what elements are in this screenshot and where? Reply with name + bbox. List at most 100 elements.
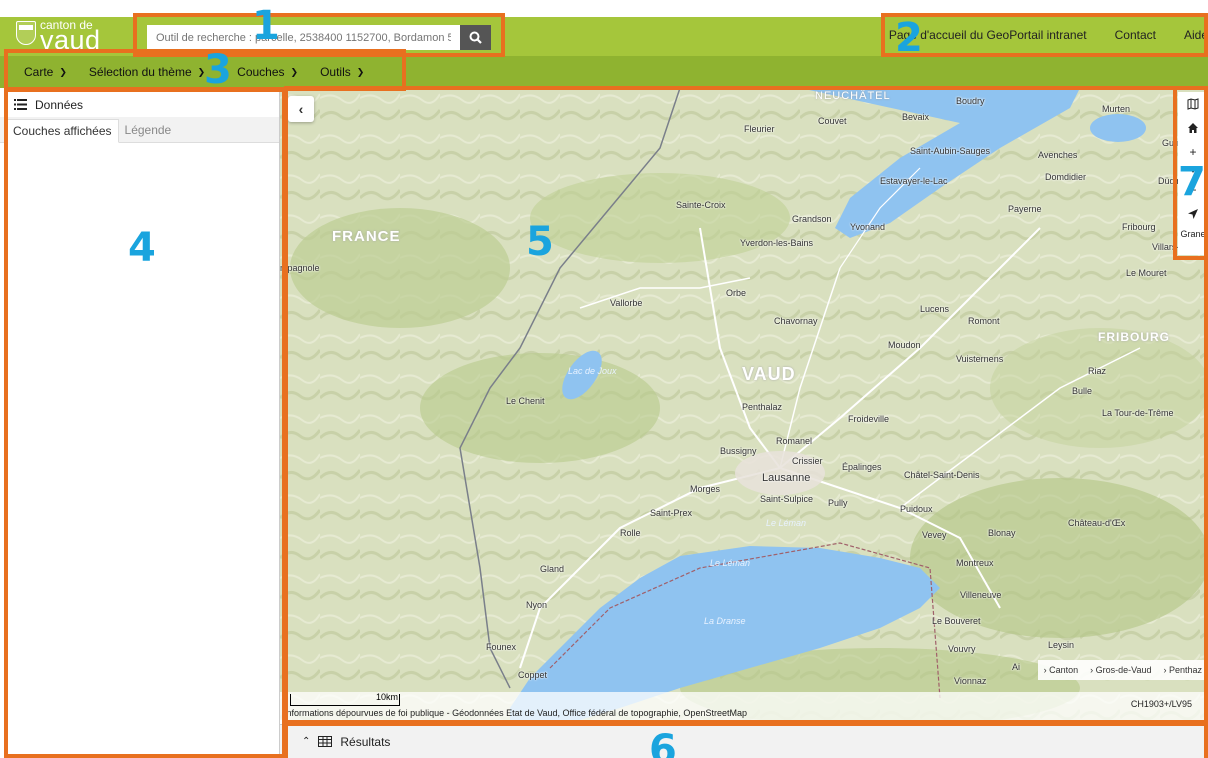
map-label-lac-de-joux: Lac de Joux (568, 366, 617, 376)
map-label-gland: Gland (540, 564, 565, 574)
logo-big-text: vaud (40, 25, 101, 55)
map-label-le-mouret: Le Mouret (1126, 268, 1167, 278)
zoom-level-indicator: • (1178, 164, 1208, 178)
map-label-bussigny: Bussigny (720, 446, 757, 456)
map-label-fribourg-region: FRIBOURG (1098, 330, 1170, 344)
map-label-vouvry: Vouvry (948, 644, 976, 654)
collapse-panel-button[interactable]: ‹ (288, 96, 314, 122)
menu-outils[interactable]: Outils ❯ (320, 65, 364, 79)
map-icon (1187, 98, 1199, 110)
results-label: Résultats (340, 734, 391, 749)
map-label-leysin: Leysin (1048, 640, 1075, 650)
breadcrumb-item[interactable]: › Gros-de-Vaud (1090, 665, 1151, 675)
map-label-bevaix: Bevaix (902, 112, 930, 122)
map-label-blonay: Blonay (988, 528, 1016, 538)
map-label-boudry: Boudry (956, 96, 985, 106)
map-label-neuchatel: NEUCHÂTEL (815, 90, 891, 102)
chevron-down-icon: ❯ (356, 66, 365, 77)
results-panel[interactable]: ⌃ Résultats (280, 724, 1208, 758)
zoom-out-button[interactable]: − (1178, 178, 1208, 202)
breadcrumb-canton: Canton (1049, 665, 1079, 675)
menu-carte-label: Carte (24, 65, 54, 79)
map-label-vaud: VAUD (742, 364, 796, 384)
map-label-fleurier: Fleurier (744, 124, 775, 134)
data-panel-tabs: Couches affichées Légende (0, 117, 279, 143)
canton-vaud-logo[interactable]: canton de vaud (16, 19, 126, 54)
map-label-puidoux: Puidoux (900, 504, 933, 514)
map-label-crissier: Crissier (792, 456, 823, 466)
menu-selection-theme-label: Sélection du thème (88, 65, 192, 79)
map-label-penthalaz: Penthalaz (742, 402, 783, 412)
crs-selector[interactable]: CH1903+/LV95 (1131, 699, 1192, 709)
map-label-saint-sulpice: Saint-Sulpice (760, 494, 814, 504)
map-label-france: FRANCE (332, 228, 401, 245)
map-label-aigle: Ai (1012, 662, 1021, 672)
menu-selection-theme[interactable]: Sélection du thème ❯ (89, 65, 205, 79)
home-icon (1188, 123, 1198, 133)
tab-couches-affichees[interactable]: Couches affichées (6, 119, 119, 143)
map-label-chatel: Châtel-Saint-Denis (904, 470, 980, 480)
breadcrumb-item[interactable]: › Penthaz (1163, 665, 1202, 675)
menu-carte[interactable]: Carte ❯ (24, 65, 67, 79)
map-label-grandson: Grandson (792, 214, 832, 224)
search-button[interactable] (460, 25, 491, 50)
map-label-vuisternens: Vuisternens (956, 354, 1004, 364)
map-label-le-chenit: Le Chenit (506, 396, 545, 406)
map-label-lucens: Lucens (920, 304, 950, 314)
map-view[interactable]: NEUCHÂTEL Boudry Bevaix Couvet Fleurier … (280, 88, 1208, 720)
map-label-le-bouveret: Le Bouveret (932, 616, 981, 626)
link-help[interactable]: Aide (1184, 28, 1208, 42)
map-label-la-dranse: La Dranse (704, 616, 746, 626)
menu-outils-label: Outils (320, 65, 351, 79)
chevron-left-icon: ‹ (298, 101, 304, 117)
breadcrumb-commune: Penthaz (1168, 665, 1202, 675)
chevron-up-icon: ⌃ (302, 736, 311, 747)
map-label-saint-aubin: Saint-Aubin-Sauges (910, 146, 991, 156)
map-label-yverdon: Yverdon-les-Bains (740, 238, 814, 248)
map-label-riaz: Riaz (1088, 366, 1107, 376)
map-label-lausanne: Lausanne (762, 472, 811, 484)
map-label-coppet: Coppet (518, 670, 548, 680)
map-label-moudon: Moudon (888, 340, 921, 350)
geolocate-button[interactable] (1178, 202, 1208, 226)
map-label-vevey: Vevey (922, 530, 947, 540)
map-label-chavornay: Chavornay (774, 316, 818, 326)
map-label-estavayer: Estavayer-le-Lac (880, 176, 948, 186)
map-label-payerne: Payerne (1008, 204, 1042, 214)
list-icon (14, 99, 27, 110)
map-label-la-tour: La Tour-de-Trême (1102, 408, 1174, 418)
map-label-orbe: Orbe (726, 288, 747, 298)
map-label-froideville: Froideville (848, 414, 890, 424)
minus-icon: − (1189, 183, 1197, 197)
data-panel-header[interactable]: Données (0, 92, 279, 117)
map-label-champagnole: mpagnole (280, 263, 320, 273)
basemap-button[interactable] (1178, 92, 1208, 116)
map-label-domdidier: Domdidier (1045, 172, 1087, 182)
map-label-couvet: Couvet (818, 116, 847, 126)
map-label-murten: Murten (1102, 104, 1131, 114)
tab-legende[interactable]: Légende (119, 118, 178, 142)
location-breadcrumb: › Canton › Gros-de-Vaud › Penthaz (1037, 660, 1208, 680)
breadcrumb-item[interactable]: › Canton (1044, 665, 1079, 675)
map-label-pully: Pully (828, 498, 848, 508)
link-geoportail-home[interactable]: Page d'accueil du GeoPortail intranet (889, 28, 1087, 42)
chevron-down-icon: ❯ (59, 66, 67, 77)
main-menu-bar: Carte ❯ Sélection du thème ❯ Couches ❯ O… (0, 56, 1208, 88)
map-label-epalinges: Épalinges (842, 462, 882, 472)
menu-couches[interactable]: Couches ❯ (237, 65, 298, 79)
zoom-in-button[interactable]: + (1178, 140, 1208, 164)
top-links: Page d'accueil du GeoPortail intranet Co… (889, 27, 1208, 43)
menu-couches-label: Couches (237, 65, 285, 79)
map-toolbar: + • − Grane (1178, 92, 1208, 255)
map-label-romont: Romont (968, 316, 1000, 326)
map-label-le-leman-2: Le Léman (710, 558, 751, 568)
map-label-bulle: Bulle (1072, 386, 1093, 396)
map-label-saint-prex: Saint-Prex (650, 508, 693, 518)
map-label-vionnaz: Vionnaz (954, 676, 987, 686)
search-input[interactable] (147, 25, 460, 50)
link-contact[interactable]: Contact (1115, 28, 1156, 42)
attribution-text: Informations dépourvues de foi publique … (284, 708, 747, 718)
map-label-le-leman-1: Le Léman (766, 518, 807, 528)
breadcrumb-district: Gros-de-Vaud (1095, 665, 1152, 675)
home-button[interactable] (1178, 116, 1208, 140)
